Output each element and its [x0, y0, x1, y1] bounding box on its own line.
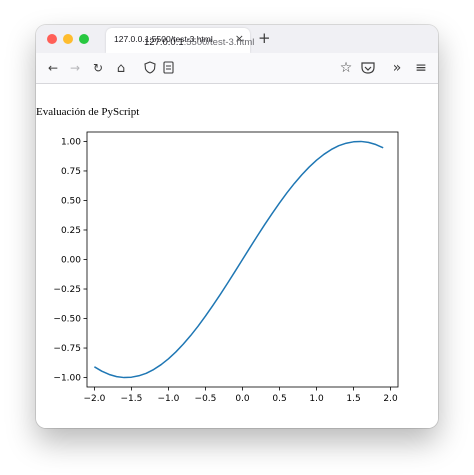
page-info-icon[interactable]	[163, 61, 174, 74]
x-tick-label: 1.0	[309, 394, 324, 404]
page-content: Evaluación de PyScript −2.0 −1.5 −1.0 −0.5 0…	[36, 84, 438, 428]
y-tick-label: −0.25	[53, 285, 81, 295]
y-tick-label: 0.00	[61, 256, 81, 266]
url-path: :5500/test-3.html	[183, 37, 255, 48]
reload-icon[interactable]: ↻	[90, 60, 106, 76]
close-window-button[interactable]	[47, 34, 57, 44]
url-host: 127.0.0.1	[144, 37, 184, 48]
line-chart: −2.0 −1.5 −1.0 −0.5 0.0 0.5 1.0 1.5 2.0 1.00 0.75 0…	[53, 131, 399, 404]
hamburger-menu-icon[interactable]: ≡	[413, 60, 429, 76]
browser-window: 127.0.0.1:5500/test-3.html × + ← → ↻ ⌂ ☆…	[36, 25, 438, 428]
minimize-window-button[interactable]	[63, 34, 73, 44]
x-tick-label: −2.0	[83, 394, 105, 404]
shield-icon[interactable]	[144, 61, 156, 74]
y-tick-label: 0.25	[61, 226, 81, 236]
x-tick-label: −1.0	[158, 394, 180, 404]
address-bar[interactable]	[138, 56, 338, 80]
new-tab-button[interactable]: +	[258, 29, 271, 47]
x-tick-label: 0.0	[235, 394, 250, 404]
y-tick-label: −0.50	[53, 315, 81, 325]
url-text[interactable]: 127.0.0.1:5500/test-3.html	[144, 37, 254, 48]
x-tick-label: 2.0	[383, 394, 398, 404]
bookmark-star-icon[interactable]: ☆	[338, 60, 354, 76]
x-tick-label: −1.5	[120, 394, 142, 404]
y-tick-label: 0.75	[61, 167, 81, 177]
x-tick-label: −0.5	[195, 394, 217, 404]
navigation-toolbar: ← → ↻ ⌂ ☆ » ≡	[36, 53, 438, 84]
back-arrow-icon[interactable]: ←	[45, 60, 61, 76]
y-tick-label: 1.00	[61, 137, 81, 147]
pocket-icon[interactable]	[361, 62, 375, 74]
x-tick-label: 1.5	[346, 394, 360, 404]
series-line	[94, 140, 384, 379]
y-tick-label: −1.00	[53, 374, 81, 384]
zoom-window-button[interactable]	[79, 34, 89, 44]
y-tick-label: −0.75	[53, 344, 81, 354]
y-tick-label: 0.50	[61, 196, 81, 206]
forward-arrow-icon[interactable]: →	[67, 60, 83, 76]
home-icon[interactable]: ⌂	[113, 60, 129, 76]
x-tick-label: 0.5	[272, 394, 286, 404]
overflow-menu-icon[interactable]: »	[389, 60, 405, 76]
